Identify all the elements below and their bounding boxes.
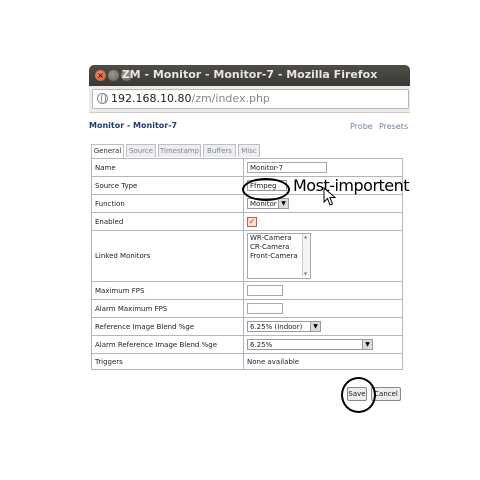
source-type-label: Source Type (91, 176, 244, 195)
triggers-value: None available (243, 353, 403, 370)
url-text[interactable]: 192.168.10.80/zm/index.php (111, 92, 270, 105)
annotation-circle-save (341, 377, 376, 413)
linked-monitors-label: Linked Monitors (91, 230, 244, 282)
enabled-checkbox[interactable]: ✓ (247, 216, 257, 227)
tab-buffers[interactable]: Buffers (203, 144, 236, 157)
url-host: 192.168.10.80 (111, 92, 192, 105)
tab-general[interactable]: General (91, 144, 124, 158)
page-title: Monitor - Monitor-7 (89, 121, 178, 130)
tab-misc[interactable]: Misc (238, 144, 260, 157)
annotation-note: Most-importent (293, 176, 410, 195)
chevron-down-icon: ▼ (362, 340, 372, 349)
max-fps-input[interactable] (247, 285, 283, 296)
form-row-name: Name Monitor-7 (91, 158, 403, 177)
form-row-function: Function Monitor ▼ (91, 194, 403, 213)
form-row-linked-monitors: Linked Monitors WR-Camera CR-Camera Fron… (91, 230, 403, 282)
window-title: ZM - Monitor - Monitor-7 - Mozilla Firef… (121, 68, 378, 81)
probe-link[interactable]: Probe (350, 122, 373, 131)
name-label: Name (91, 158, 244, 177)
triggers-label: Triggers (91, 353, 244, 370)
alarm-ref-blend-value: 6.25% (250, 341, 273, 349)
linked-monitors-listbox[interactable]: WR-Camera CR-Camera Front-Camera (247, 233, 311, 279)
form-row-alarm-max-fps: Alarm Maximum FPS (91, 299, 403, 318)
enabled-cell: ✓ (243, 212, 403, 231)
alarm-ref-blend-select[interactable]: 6.25% ▼ (247, 339, 373, 350)
annotation-circle-source-type (242, 178, 290, 201)
presets-link[interactable]: Presets (379, 122, 408, 131)
titlebar: × ZM - Monitor - Monitor-7 - Mozilla Fir… (89, 65, 410, 86)
tab-timestamp[interactable]: Timestamp (158, 144, 201, 157)
navigation-bar: 192.168.10.80/zm/index.php (89, 86, 410, 113)
alarm-ref-blend-cell: 6.25% ▼ (243, 335, 403, 354)
form-row-enabled: Enabled ✓ (91, 212, 403, 231)
ref-blend-select[interactable]: 6.25% (Indoor) ▼ (247, 321, 321, 332)
max-fps-cell (243, 281, 403, 300)
form-row-ref-blend: Reference Image Blend %ge 6.25% (Indoor)… (91, 317, 403, 336)
function-label: Function (91, 194, 244, 213)
linked-monitor-option[interactable]: Front-Camera (248, 252, 310, 261)
form-row-max-fps: Maximum FPS (91, 281, 403, 300)
mouse-cursor-icon (323, 187, 337, 206)
form-row-alarm-ref-blend: Alarm Reference Image Blend %ge 6.25% ▼ (91, 335, 403, 354)
linked-monitors-cell: WR-Camera CR-Camera Front-Camera (243, 230, 403, 282)
ref-blend-value: 6.25% (Indoor) (250, 323, 303, 331)
alarm-ref-blend-label: Alarm Reference Image Blend %ge (91, 335, 244, 354)
ref-blend-cell: 6.25% (Indoor) ▼ (243, 317, 403, 336)
alarm-max-fps-input[interactable] (247, 303, 283, 314)
listbox-scrollbar[interactable] (302, 234, 310, 276)
tab-source[interactable]: Source (126, 144, 156, 157)
chevron-down-icon: ▼ (278, 199, 288, 208)
alarm-max-fps-label: Alarm Maximum FPS (91, 299, 244, 318)
chevron-down-icon: ▼ (310, 322, 320, 331)
function-value: Monitor (250, 200, 277, 208)
alarm-max-fps-cell (243, 299, 403, 318)
name-cell: Monitor-7 (243, 158, 403, 177)
globe-icon (97, 93, 108, 104)
linked-monitor-option[interactable]: WR-Camera (248, 234, 310, 243)
name-input[interactable]: Monitor-7 (247, 162, 327, 173)
url-field[interactable]: 192.168.10.80/zm/index.php (92, 89, 409, 109)
ref-blend-label: Reference Image Blend %ge (91, 317, 244, 336)
browser-window: × ZM - Monitor - Monitor-7 - Mozilla Fir… (89, 65, 410, 410)
enabled-label: Enabled (91, 212, 244, 231)
url-path: /zm/index.php (191, 92, 270, 105)
linked-monitor-option[interactable]: CR-Camera (248, 243, 310, 252)
max-fps-label: Maximum FPS (91, 281, 244, 300)
form-row-triggers: Triggers None available (91, 353, 403, 370)
